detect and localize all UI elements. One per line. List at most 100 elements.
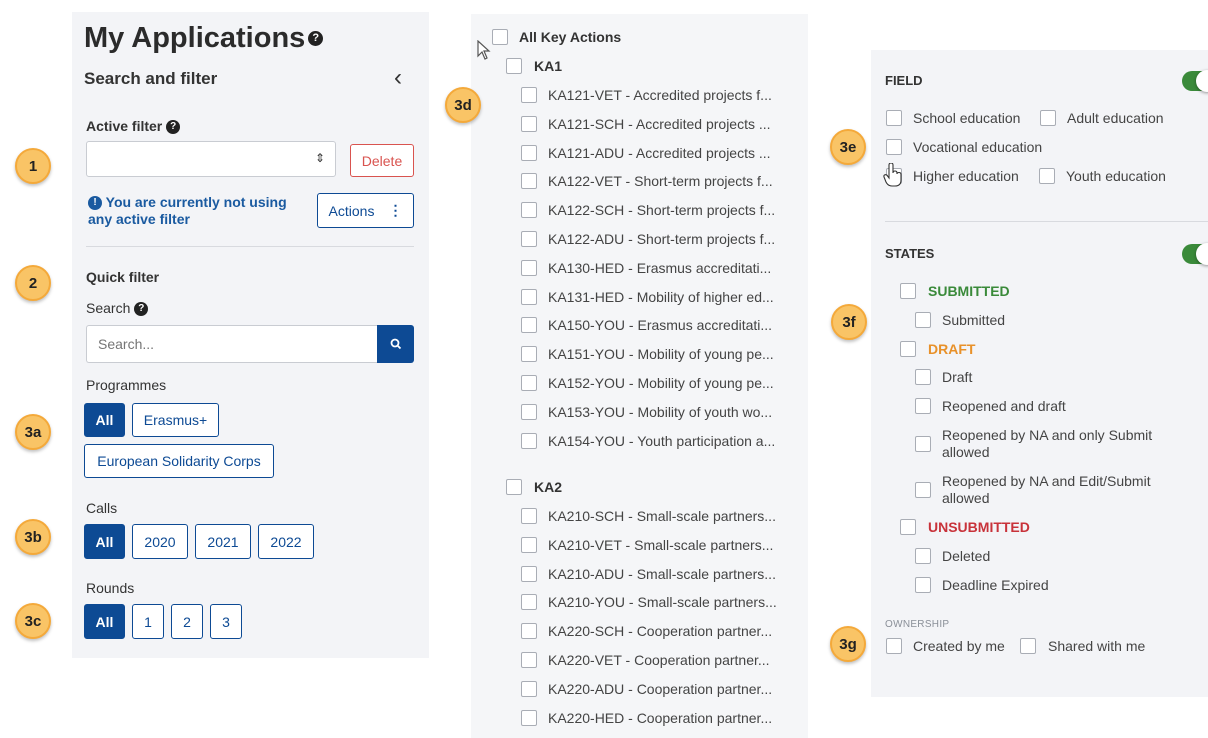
ka2-item-checkbox[interactable]	[521, 508, 537, 524]
ka1-label: KA1	[534, 58, 563, 74]
callout-badge-3f: 3f	[831, 304, 867, 340]
ka1-item-checkbox[interactable]	[521, 317, 537, 333]
ka2-item-label: KA210-SCH - Small-scale partners...	[548, 508, 776, 524]
actions-button[interactable]: Actions ⋮	[317, 193, 414, 228]
state-reopened-draft-checkbox[interactable]	[915, 398, 931, 414]
call-all-button[interactable]: All	[84, 524, 125, 559]
state-draft-checkbox[interactable]	[915, 369, 931, 385]
draft-group-checkbox[interactable]	[900, 341, 916, 357]
field-school-checkbox[interactable]	[886, 110, 902, 126]
programme-all-button[interactable]: All	[84, 403, 125, 437]
field-adult-checkbox[interactable]	[1040, 110, 1056, 126]
round-all-button[interactable]: All	[84, 604, 125, 639]
state-expired-checkbox[interactable]	[915, 577, 931, 593]
callout-badge-3e: 3e	[830, 129, 866, 165]
ka2-item-label: KA220-ADU - Cooperation partner...	[548, 681, 773, 697]
field-adult-label: Adult education	[1067, 110, 1164, 126]
submitted-group-checkbox[interactable]	[900, 283, 916, 299]
state-reopened-edit-checkbox[interactable]	[915, 482, 931, 498]
calls-label: Calls	[86, 500, 118, 516]
round-1-button[interactable]: 1	[132, 604, 164, 639]
quick-filter-label: Quick filter	[86, 269, 160, 285]
ka2-item-label: KA220-HED - Cooperation partner...	[548, 710, 773, 726]
all-key-actions-label: All Key Actions	[519, 29, 622, 45]
active-filter-label: Active filter ?	[86, 118, 181, 135]
ka1-item-label: KA150-YOU - Erasmus accreditati...	[548, 317, 773, 333]
ka1-item-checkbox[interactable]	[521, 231, 537, 247]
ka1-item-checkbox[interactable]	[521, 260, 537, 276]
state-expired-label: Deadline Expired	[942, 577, 1049, 593]
ka2-item-checkbox[interactable]	[521, 566, 537, 582]
active-filter-select[interactable]: ⇕	[86, 141, 336, 177]
ka1-checkbox[interactable]	[506, 58, 522, 74]
round-2-button[interactable]: 2	[171, 604, 203, 639]
ka1-item-checkbox[interactable]	[521, 173, 537, 189]
field-vocational-checkbox[interactable]	[886, 139, 902, 155]
callout-badge-1: 1	[15, 148, 51, 184]
call-2021-button[interactable]: 2021	[195, 524, 251, 559]
ka2-item-checkbox[interactable]	[521, 710, 537, 726]
select-arrows-icon: ⇕	[314, 151, 325, 165]
callout-badge-3c: 3c	[15, 603, 51, 639]
help-icon[interactable]: ?	[308, 31, 324, 46]
ka1-item-label: KA121-ADU - Accredited projects ...	[548, 145, 771, 161]
owner-created-checkbox[interactable]	[886, 638, 902, 654]
call-2020-button[interactable]: 2020	[132, 524, 188, 559]
ka1-item-checkbox[interactable]	[521, 289, 537, 305]
collapse-chevron-icon[interactable]: ‹	[394, 64, 402, 92]
ka1-item-label: KA151-YOU - Mobility of young pe...	[548, 346, 774, 362]
ka2-checkbox[interactable]	[506, 479, 522, 495]
state-reopened-draft-label: Reopened and draft	[942, 398, 1066, 414]
owner-shared-checkbox[interactable]	[1020, 638, 1036, 654]
field-youth-label: Youth education	[1066, 168, 1166, 184]
callout-badge-2: 2	[15, 265, 51, 301]
delete-button[interactable]: Delete	[350, 144, 414, 177]
ka2-item-label: KA210-YOU - Small-scale partners...	[548, 594, 777, 610]
call-2022-button[interactable]: 2022	[258, 524, 314, 559]
state-submitted-checkbox[interactable]	[915, 312, 931, 328]
round-3-button[interactable]: 3	[210, 604, 242, 639]
state-submitted-label: Submitted	[942, 312, 1006, 328]
state-reopened-submit-checkbox[interactable]	[915, 436, 931, 452]
ka2-item-checkbox[interactable]	[521, 652, 537, 668]
ka1-item-checkbox[interactable]	[521, 404, 537, 420]
search-button[interactable]	[377, 325, 414, 363]
ka1-item-checkbox[interactable]	[521, 87, 537, 103]
state-deleted-checkbox[interactable]	[915, 548, 931, 564]
ka1-item-checkbox[interactable]	[521, 145, 537, 161]
help-icon[interactable]: ?	[134, 302, 149, 317]
ka2-label: KA2	[534, 479, 563, 495]
ka1-item-label: KA154-YOU - Youth participation a...	[548, 433, 776, 449]
field-toggle[interactable]	[1182, 70, 1208, 92]
ka1-item-checkbox[interactable]	[521, 202, 537, 218]
states-title: STATES	[885, 246, 935, 261]
callout-badge-3b: 3b	[15, 519, 51, 555]
ka1-item-checkbox[interactable]	[521, 433, 537, 449]
all-key-actions-checkbox[interactable]	[492, 29, 508, 45]
programme-esc-button[interactable]: European Solidarity Corps	[84, 444, 274, 478]
field-vocational-label: Vocational education	[913, 139, 1043, 155]
page-title: My Applications?	[84, 22, 324, 55]
submitted-group-label: SUBMITTED	[928, 283, 1010, 299]
divider	[86, 246, 414, 247]
help-icon[interactable]: ?	[166, 120, 181, 135]
ka1-item-label: KA153-YOU - Mobility of youth wo...	[548, 404, 773, 420]
search-filter-title: Search and filter	[84, 69, 218, 88]
search-input[interactable]	[86, 325, 378, 363]
states-toggle[interactable]	[1182, 243, 1208, 265]
field-youth-checkbox[interactable]	[1039, 168, 1055, 184]
unsubmitted-group-checkbox[interactable]	[900, 519, 916, 535]
ka1-item-checkbox[interactable]	[521, 346, 537, 362]
ka2-item-label: KA210-ADU - Small-scale partners...	[548, 566, 776, 582]
ka2-item-checkbox[interactable]	[521, 623, 537, 639]
ka1-item-checkbox[interactable]	[521, 116, 537, 132]
ka2-item-checkbox[interactable]	[521, 537, 537, 553]
ka1-item-checkbox[interactable]	[521, 375, 537, 391]
programme-erasmus-button[interactable]: Erasmus+	[132, 403, 219, 437]
ka2-item-checkbox[interactable]	[521, 681, 537, 697]
ka2-item-checkbox[interactable]	[521, 594, 537, 610]
state-draft-label: Draft	[942, 369, 973, 385]
state-reopened-submit-label: Reopened by NA and only Submit allowed	[942, 427, 1153, 460]
ka1-item-label: KA131-HED - Mobility of higher ed...	[548, 289, 774, 305]
ka1-item-label: KA121-SCH - Accredited projects ...	[548, 116, 771, 132]
